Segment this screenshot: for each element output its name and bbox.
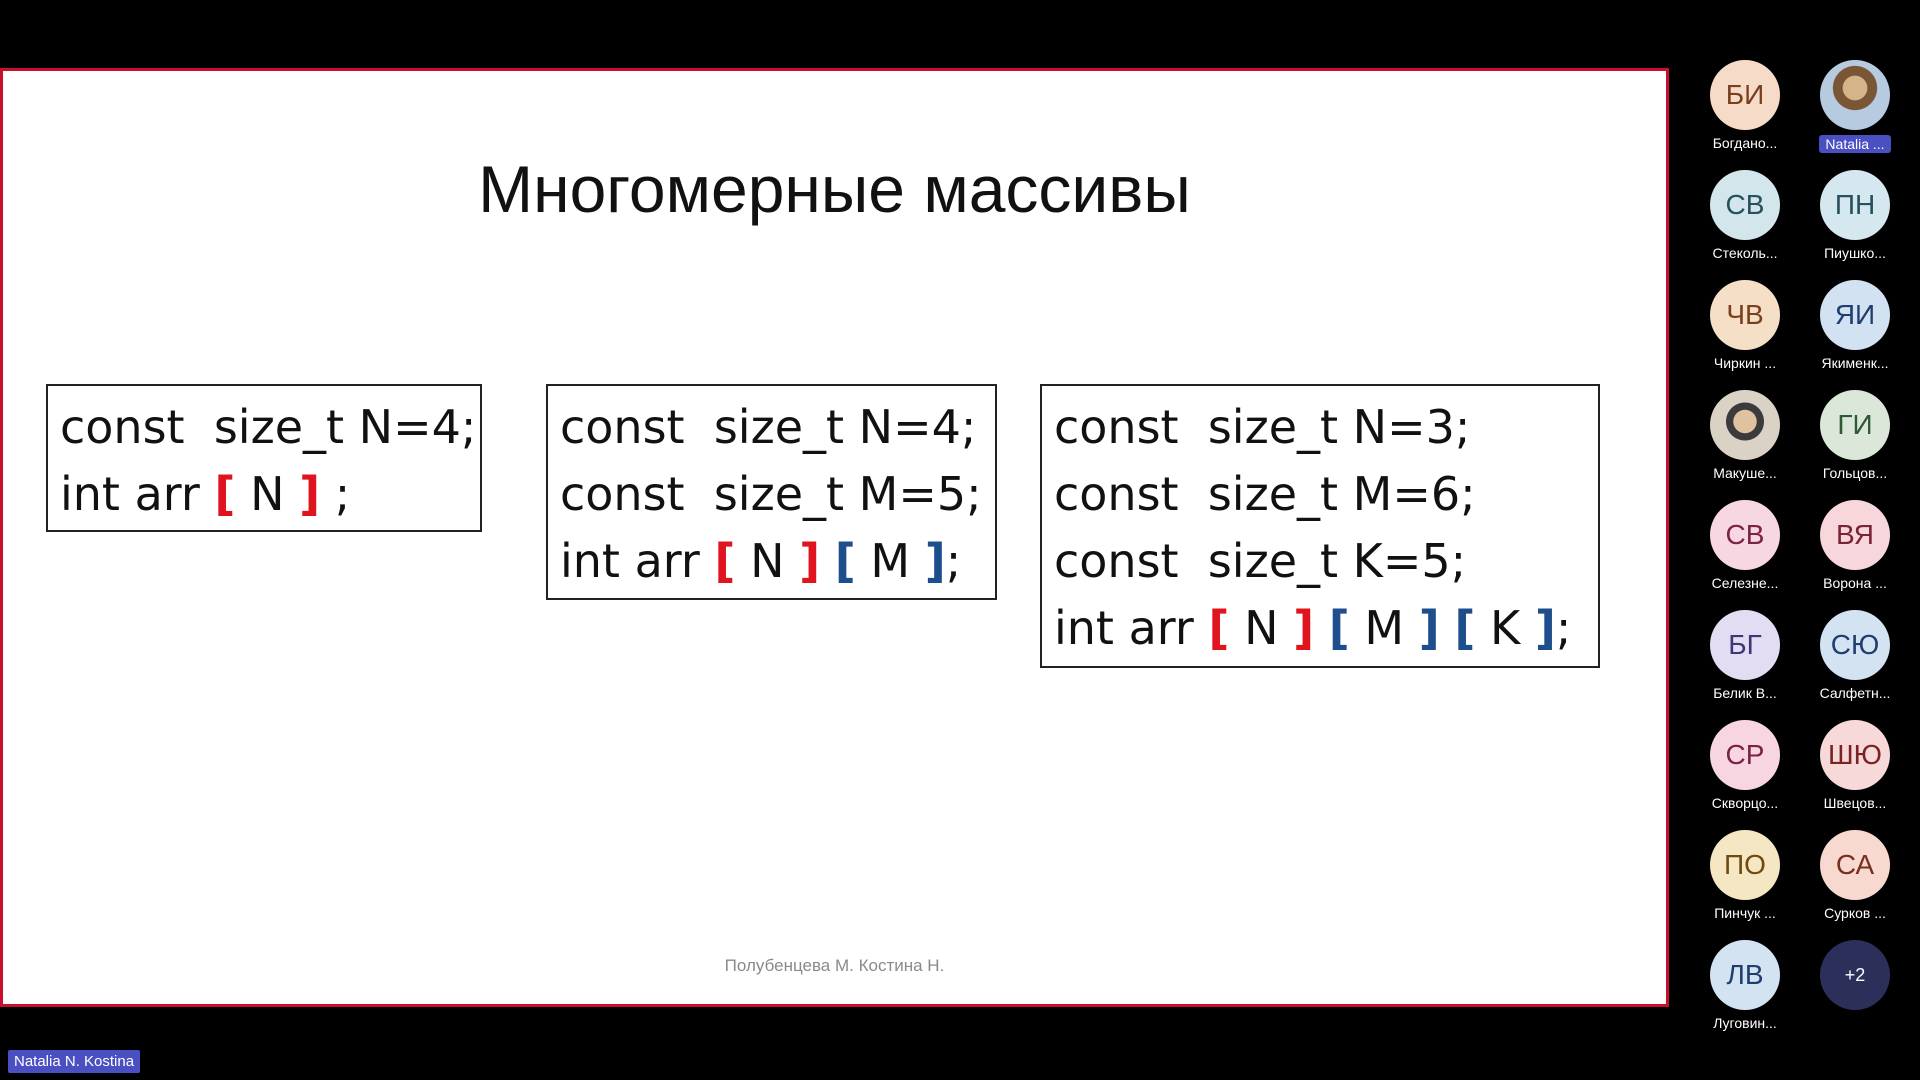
participant-name: Салфетн... [1819,685,1891,701]
participant-tile[interactable]: Макуше... [1690,390,1800,481]
participant-name: Гольцов... [1822,465,1888,481]
presenter-name-tag: Natalia N. Kostina [8,1050,141,1073]
open-bracket: [ [1208,601,1230,655]
array-declaration: int arr [ N ] [ M ]; [560,528,983,595]
participant-tile[interactable]: СР Скворцо... [1690,720,1800,811]
participant-panel: БИ Богдано... Natalia ... СВ Стеколь... ПН Пиу… [1690,60,1920,1040]
presentation-slide: Многомерные массивы const size_t N=4; int… [0,68,1669,1007]
open-bracket: [ [714,534,736,588]
dimension-name: N [735,534,800,588]
avatar [1820,60,1890,130]
code-line: const size_t M=6; [1054,467,1476,521]
declaration-prefix: int arr [560,534,715,588]
participant-name: Якименк... [1821,355,1889,371]
participant-name: Пиушко... [1824,245,1886,261]
close-bracket: ] [1534,601,1556,655]
declaration-prefix: int arr [60,467,215,521]
participant-tile[interactable]: СВ Стеколь... [1690,170,1800,261]
avatar: БГ [1710,610,1780,680]
avatar: СА [1820,830,1890,900]
avatar: +2 [1820,940,1890,1010]
avatar: СЮ [1820,610,1890,680]
participant-tile[interactable]: СВ Селезне... [1690,500,1800,591]
array-declaration: int arr [ N ] ; [60,461,468,528]
participant-tile[interactable]: ГИ Гольцов... [1800,390,1910,481]
dimension-name: N [1229,601,1294,655]
avatar: ЧВ [1710,280,1780,350]
participant-name: Стеколь... [1712,245,1778,261]
code-line: const size_t N=3; [1054,400,1471,454]
participant-tile[interactable]: ЯИ Якименк... [1800,280,1910,371]
array-declaration: int arr [ N ] [ M ] [ K ]; [1054,595,1586,662]
statement-end: ; [320,467,351,521]
avatar: БИ [1710,60,1780,130]
code-line: const size_t N=4; [60,400,477,454]
participant-tile[interactable]: СА Сурков ... [1800,830,1910,921]
statement-end: ; [1555,601,1572,655]
participant-tile[interactable]: ЛВ Луговин... [1690,940,1800,1031]
participant-name: Луговин... [1713,1015,1777,1031]
open-bracket: [ [214,467,236,521]
dimension-name: M [1349,601,1419,655]
participant-tile[interactable]: ПН Пиушко... [1800,170,1910,261]
participant-tile[interactable]: ПО Пинчук ... [1690,830,1800,921]
code-box-2d: const size_t N=4; const size_t M=5; int ar… [546,384,997,600]
avatar: СВ [1710,170,1780,240]
participant-name: Белик В... [1713,685,1777,701]
code-box-3d: const size_t N=3; const size_t M=6; const … [1040,384,1600,668]
dimension-name: N [235,467,300,521]
slide-footer: Полубенцева М. Костина Н. [724,956,945,975]
open-bracket: [ [1328,601,1350,655]
avatar: СР [1710,720,1780,790]
open-bracket: [ [1454,601,1476,655]
participant-name: Ворона ... [1823,575,1887,591]
avatar: ГИ [1820,390,1890,460]
close-bracket: ] [1418,601,1440,655]
close-bracket: ] [924,534,946,588]
code-box-1d: const size_t N=4; int arr [ N ] ; [46,384,482,532]
close-bracket: ] [299,467,321,521]
avatar: ПО [1710,830,1780,900]
close-bracket: ] [799,534,821,588]
open-bracket: [ [834,534,856,588]
participant-tile[interactable]: БГ Белик В... [1690,610,1800,701]
participant-tile[interactable]: ЧВ Чиркин ... [1690,280,1800,371]
participant-name: Селезне... [1711,575,1779,591]
participant-name: Швецов... [1823,795,1887,811]
participant-tile[interactable]: БИ Богдано... [1690,60,1800,151]
dimension-name: K [1475,601,1535,655]
avatar: ШЮ [1820,720,1890,790]
avatar: СВ [1710,500,1780,570]
code-line: const size_t K=5; [1054,534,1467,588]
avatar: ВЯ [1820,500,1890,570]
participant-name: Чиркин ... [1713,355,1777,371]
participant-tile[interactable]: ШЮ Швецов... [1800,720,1910,811]
close-bracket: ] [1293,601,1315,655]
participant-name: Макуше... [1713,465,1777,481]
participant-tile[interactable]: ВЯ Ворона ... [1800,500,1910,591]
dimension-name: M [855,534,925,588]
more-participants-button[interactable]: +2 [1800,940,1910,1010]
avatar: ПН [1820,170,1890,240]
participant-name: Natalia ... [1819,135,1891,153]
participant-tile[interactable]: Natalia ... [1800,60,1910,153]
avatar: ЛВ [1710,940,1780,1010]
declaration-prefix: int arr [1054,601,1209,655]
statement-end: ; [945,534,962,588]
avatar: ЯИ [1820,280,1890,350]
participant-name: Сурков ... [1824,905,1886,921]
avatar [1710,390,1780,460]
slide-title: Многомерные массивы [478,152,1191,226]
code-line: const size_t N=4; [560,400,977,454]
participant-name: Богдано... [1712,135,1778,151]
participant-name: Пинчук ... [1714,905,1776,921]
participant-name: Скворцо... [1711,795,1779,811]
participant-tile[interactable]: СЮ Салфетн... [1800,610,1910,701]
code-line: const size_t M=5; [560,467,982,521]
